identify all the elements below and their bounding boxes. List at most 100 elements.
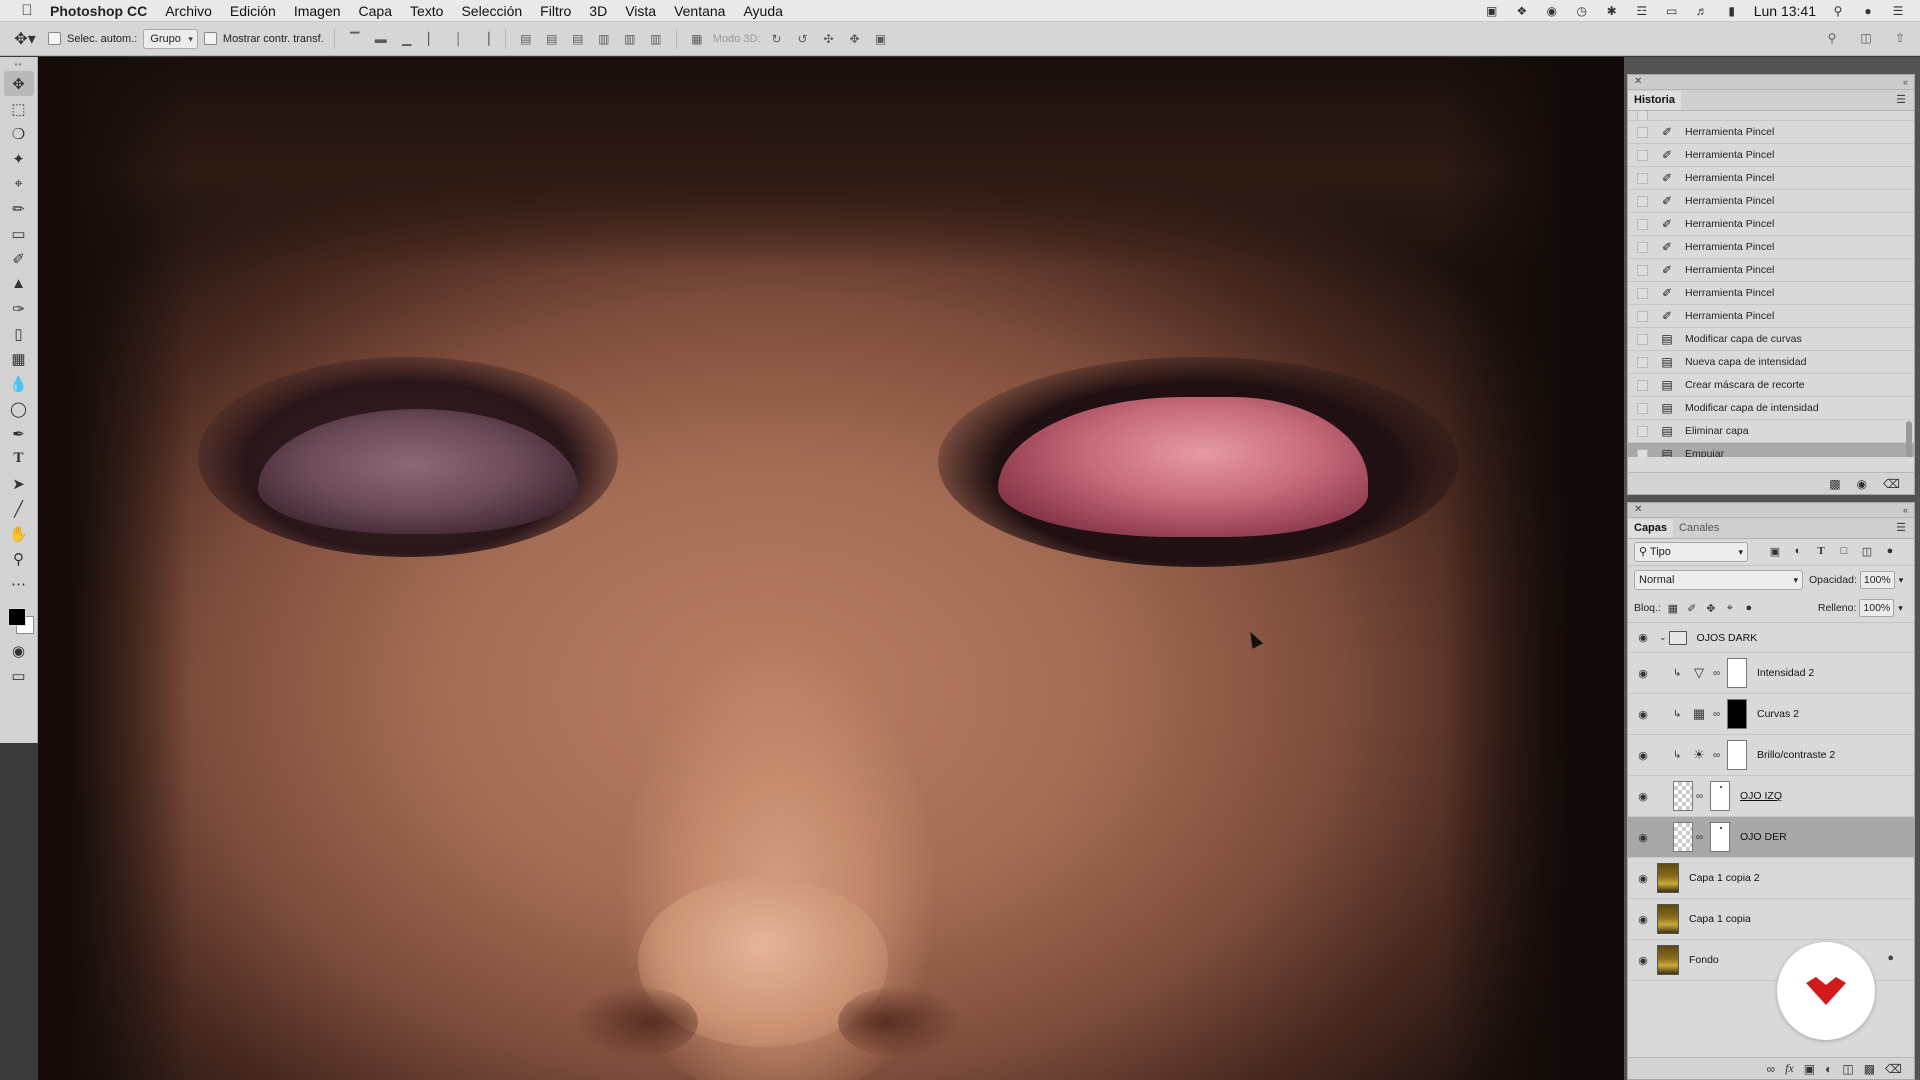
eye-visibility-icon[interactable]: ◉	[1631, 667, 1655, 680]
collapse-icon[interactable]: «	[1903, 75, 1908, 89]
spotlight-search-icon[interactable]: ⚲	[1830, 4, 1846, 18]
layer-mask-thumbnail[interactable]	[1710, 822, 1730, 852]
history-source-box[interactable]	[1637, 356, 1648, 368]
search-icon[interactable]: ⚲	[1822, 28, 1842, 48]
type-tool-icon[interactable]: T	[4, 446, 34, 471]
orbit-3d-icon[interactable]: ↻	[766, 29, 786, 49]
airplay-icon[interactable]: ▭	[1664, 4, 1680, 18]
bluetooth-icon[interactable]: ✱	[1604, 4, 1620, 18]
layer-row[interactable]: ◉ Capa 1 copia	[1628, 899, 1914, 940]
eye-visibility-icon[interactable]: ◉	[1631, 913, 1655, 926]
layer-style-fx-icon[interactable]: fx	[1785, 1061, 1794, 1076]
document-canvas[interactable]	[38, 57, 1624, 1080]
eye-visibility-icon[interactable]: ◉	[1631, 954, 1655, 967]
blur-tool-icon[interactable]: 💧	[4, 371, 34, 396]
align-vcenter-icon[interactable]: ▬	[371, 29, 391, 49]
eraser-tool-icon[interactable]: ▯	[4, 321, 34, 346]
close-icon[interactable]: ✕	[1634, 75, 1642, 89]
eyedropper-tool-icon[interactable]: ✏	[4, 196, 34, 221]
distribute-right-icon[interactable]: ▥	[646, 29, 666, 49]
layer-filter-kind-dropdown[interactable]: ⚲ Tipo	[1634, 542, 1748, 562]
zoom-tool-icon[interactable]: ⚲	[4, 546, 34, 571]
history-source-box[interactable]	[1637, 310, 1648, 322]
history-item[interactable]: ▤ Modificar capa de intensidad	[1628, 397, 1914, 420]
history-source-box[interactable]	[1637, 195, 1648, 207]
history-source-box[interactable]	[1637, 126, 1648, 138]
menu-imagen[interactable]: Imagen	[294, 3, 341, 19]
volume-icon[interactable]: ♬	[1694, 4, 1710, 18]
opacity-dropdown-icon[interactable]: ▾	[1899, 575, 1904, 586]
history-source-box[interactable]	[1637, 241, 1648, 253]
distribute-left-icon[interactable]: ▥	[594, 29, 614, 49]
layer-thumbnail[interactable]	[1657, 863, 1679, 893]
history-item[interactable]: ✐ Herramienta Pincel	[1628, 121, 1914, 144]
auto-select-dropdown[interactable]: Grupo	[143, 28, 198, 49]
quick-mask-icon[interactable]: ◉	[4, 638, 34, 663]
layer-mask-thumbnail[interactable]	[1727, 740, 1747, 770]
history-scrollbar[interactable]	[1906, 421, 1912, 457]
link-chain-icon[interactable]: ∞	[1713, 668, 1723, 679]
tab-historia[interactable]: Historia	[1628, 91, 1681, 110]
new-adjustment-layer-icon[interactable]: ◐	[1825, 1062, 1832, 1076]
align-bottom-icon[interactable]: ▁	[397, 29, 417, 49]
layer-thumbnail[interactable]	[1657, 904, 1679, 934]
screen-capture-icon[interactable]: ▣	[1484, 4, 1500, 18]
trash-icon[interactable]: ⌫	[1883, 477, 1900, 491]
pen-tool-icon[interactable]: ✒	[4, 421, 34, 446]
distribute-bottom-icon[interactable]: ▤	[568, 29, 588, 49]
menu-archivo[interactable]: Archivo	[165, 3, 212, 19]
add-mask-icon[interactable]: ▣	[1804, 1062, 1815, 1076]
slide-3d-icon[interactable]: ✥	[844, 29, 864, 49]
layer-thumbnail[interactable]	[1673, 822, 1693, 852]
hand-tool-icon[interactable]: ✋	[4, 521, 34, 546]
workspace-icon[interactable]: ◫	[1856, 28, 1876, 48]
menu-ayuda[interactable]: Ayuda	[743, 3, 782, 19]
layer-row[interactable]: ◉ ↳ ☀ ∞ Brillo/contraste 2	[1628, 735, 1914, 776]
link-layers-icon[interactable]: ∞	[1767, 1062, 1776, 1076]
history-source-box[interactable]	[1637, 333, 1648, 345]
eye-visibility-icon[interactable]: ◉	[1631, 631, 1655, 644]
move-tool-icon[interactable]: ✥	[3, 71, 34, 96]
history-source-box[interactable]	[1637, 287, 1648, 299]
foreground-color-swatch[interactable]	[7, 608, 26, 626]
wifi-icon[interactable]: ☲	[1634, 4, 1650, 18]
lock-position-icon[interactable]: ✥	[1703, 600, 1719, 616]
fill-input[interactable]: 100%	[1859, 599, 1895, 617]
history-source-box[interactable]	[1637, 448, 1648, 457]
menu-clock[interactable]: Lun 13:41	[1754, 3, 1816, 19]
layer-row[interactable]: ◉ ↳ ▦ ∞ Curvas 2	[1628, 694, 1914, 735]
history-item[interactable]: ✐ Herramienta Pincel	[1628, 236, 1914, 259]
panel-menu-icon[interactable]: ☰	[1896, 93, 1906, 106]
creative-cloud-icon[interactable]: ◉	[1544, 4, 1560, 18]
align-top-icon[interactable]: ▔	[345, 29, 365, 49]
magic-wand-tool-icon[interactable]: ✦	[4, 146, 34, 171]
auto-select-checkbox[interactable]	[48, 32, 61, 45]
time-machine-icon[interactable]: ◷	[1574, 4, 1590, 18]
menu-vista[interactable]: Vista	[625, 3, 656, 19]
crop-tool-icon[interactable]: ⌖	[4, 171, 34, 196]
layer-mask-thumbnail[interactable]	[1727, 699, 1747, 729]
notification-center-icon[interactable]: ☰	[1890, 4, 1906, 18]
history-item[interactable]: ✐ Herramienta Pincel	[1628, 213, 1914, 236]
show-transform-checkbox[interactable]	[203, 32, 217, 45]
tab-canales[interactable]: Canales	[1673, 519, 1725, 538]
history-source-box[interactable]	[1637, 172, 1648, 184]
align-left-icon[interactable]: ▏	[423, 29, 443, 49]
filter-type-icon[interactable]: T	[1814, 543, 1828, 559]
panel-menu-icon[interactable]: ☰	[1896, 521, 1906, 534]
distribute-hcenter-icon[interactable]: ▥	[620, 29, 640, 49]
drag-3d-icon[interactable]: ✣	[818, 29, 838, 49]
siri-icon[interactable]: ●	[1860, 4, 1876, 18]
align-right-icon[interactable]: ▕	[475, 29, 495, 49]
layer-thumbnail[interactable]	[1673, 781, 1693, 811]
filter-smart-object-icon[interactable]: ◫	[1860, 543, 1874, 559]
filter-adjustment-icon[interactable]: ◐	[1791, 543, 1805, 559]
menu-edicion[interactable]: Edición	[230, 3, 276, 19]
brush-tool-icon[interactable]: ✐	[4, 246, 34, 271]
dodge-tool-icon[interactable]: ◯	[4, 396, 34, 421]
toolbar-grip[interactable]: ••	[7, 61, 31, 71]
roll-3d-icon[interactable]: ↺	[792, 29, 812, 49]
screen-mode-icon[interactable]: ▭	[4, 663, 34, 688]
menu-texto[interactable]: Texto	[410, 3, 443, 19]
close-icon[interactable]: ✕	[1634, 503, 1642, 517]
